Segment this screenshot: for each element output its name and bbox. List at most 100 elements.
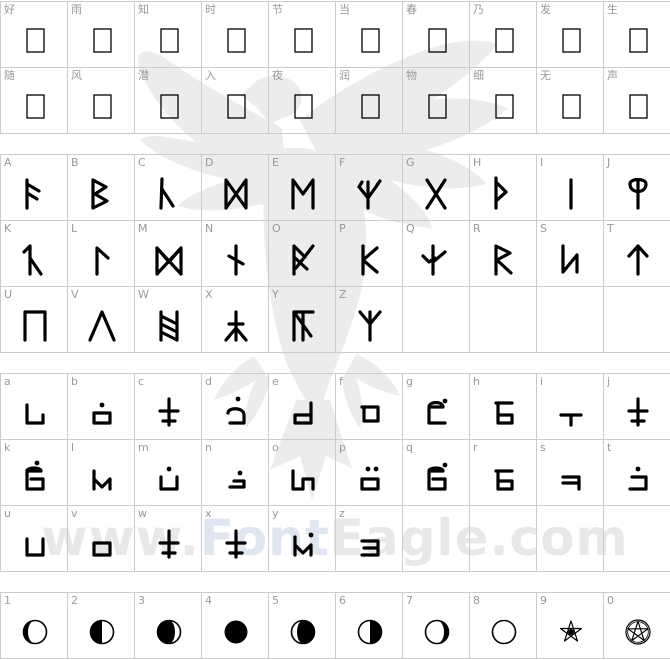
glyph-cell-label: V bbox=[71, 288, 79, 301]
glyph-cell-label: Y bbox=[272, 288, 279, 301]
tng-v-icon bbox=[82, 525, 122, 565]
tofu-icon bbox=[551, 21, 591, 61]
tng-b-icon bbox=[82, 393, 122, 433]
glyph-cell-label: f bbox=[339, 375, 343, 388]
rune-x-icon bbox=[216, 306, 256, 346]
rune-l-icon bbox=[82, 240, 122, 280]
glyph-cell: h bbox=[470, 374, 537, 440]
glyph-cell-label: W bbox=[138, 288, 149, 301]
glyph-cell: 发 bbox=[537, 2, 604, 68]
lowercase-preview-grid: a b c d e f g h i j k l m n o p q r s t u v w x y z bbox=[0, 373, 670, 572]
glyph-cell bbox=[470, 506, 537, 572]
glyph-cell: N bbox=[202, 221, 269, 287]
glyph-cell: U bbox=[1, 287, 68, 353]
glyph-cell: f bbox=[336, 374, 403, 440]
glyph-cell: q bbox=[403, 440, 470, 506]
glyph-cell-label: S bbox=[540, 222, 547, 235]
glyph-cell-label: j bbox=[607, 375, 611, 388]
glyph-cell-label: x bbox=[205, 507, 212, 520]
glyph-cell: z bbox=[336, 506, 403, 572]
glyph-cell: n bbox=[202, 440, 269, 506]
tofu-icon bbox=[15, 21, 55, 61]
glyph-cell-label: B bbox=[71, 156, 79, 169]
glyph-cell-label: y bbox=[272, 507, 279, 520]
tofu-icon bbox=[216, 87, 256, 127]
moon-first-quarter-icon bbox=[82, 612, 122, 652]
glyph-cell: x bbox=[202, 506, 269, 572]
pentagram-icon bbox=[551, 612, 591, 652]
glyph-cell-label: l bbox=[71, 441, 75, 454]
rune-w-icon bbox=[149, 306, 189, 346]
glyph-cell: I bbox=[537, 155, 604, 221]
tng-i-icon bbox=[551, 393, 591, 433]
glyph-cell-label: m bbox=[138, 441, 149, 454]
glyph-cell-label: 春 bbox=[406, 3, 417, 16]
rune-g-icon bbox=[417, 174, 457, 214]
rune-f-icon bbox=[15, 174, 55, 214]
glyph-cell-label: z bbox=[339, 507, 345, 520]
tng-d-icon bbox=[216, 393, 256, 433]
glyph-cell-label: 声 bbox=[607, 69, 618, 82]
rune-c-icon bbox=[149, 174, 189, 214]
glyph-cell: G bbox=[403, 155, 470, 221]
glyph-cell: A bbox=[1, 155, 68, 221]
tofu-icon bbox=[216, 21, 256, 61]
glyph-cell: O bbox=[269, 221, 336, 287]
glyph-cell bbox=[604, 506, 670, 572]
glyph-cell: R bbox=[470, 221, 537, 287]
glyph-cell-label: P bbox=[339, 222, 346, 235]
glyph-cell-label: 7 bbox=[406, 594, 413, 607]
glyph-cell: e bbox=[269, 374, 336, 440]
glyph-cell-label: 4 bbox=[205, 594, 212, 607]
glyph-cell-label: A bbox=[4, 156, 12, 169]
glyph-cell bbox=[537, 506, 604, 572]
tng-z-icon bbox=[350, 525, 390, 565]
glyph-cell-label: q bbox=[406, 441, 413, 454]
glyph-cell: 入 bbox=[202, 68, 269, 134]
tofu-icon bbox=[551, 87, 591, 127]
glyph-cell: c bbox=[135, 374, 202, 440]
glyph-cell-label: U bbox=[4, 288, 13, 301]
glyph-cell: s bbox=[537, 440, 604, 506]
glyph-cell: 潜 bbox=[135, 68, 202, 134]
pentacle-icon bbox=[618, 612, 658, 652]
rune-d-icon bbox=[216, 174, 256, 214]
glyph-cell: j bbox=[604, 374, 670, 440]
glyph-cell-label: 0 bbox=[607, 594, 614, 607]
tng-f-icon bbox=[350, 393, 390, 433]
glyph-cell: D bbox=[202, 155, 269, 221]
glyph-cell-label: n bbox=[205, 441, 212, 454]
glyph-cell: B bbox=[68, 155, 135, 221]
rune-t-icon bbox=[618, 240, 658, 280]
moon-waning-crescent-icon bbox=[417, 612, 457, 652]
glyph-cell: a bbox=[1, 374, 68, 440]
glyph-cell: 风 bbox=[68, 68, 135, 134]
moon-waning-gibbous-icon bbox=[283, 612, 323, 652]
glyph-cell-label: 雨 bbox=[71, 3, 82, 16]
glyph-cell: L bbox=[68, 221, 135, 287]
glyph-cell-label: 物 bbox=[406, 69, 417, 82]
glyph-cell: S bbox=[537, 221, 604, 287]
glyph-cell-label: I bbox=[540, 156, 544, 169]
glyph-cell: Z bbox=[336, 287, 403, 353]
glyph-cell: V bbox=[68, 287, 135, 353]
tng-g-icon bbox=[417, 393, 457, 433]
glyph-cell-label: 发 bbox=[540, 3, 551, 16]
glyph-cell bbox=[403, 506, 470, 572]
tng-q-icon bbox=[417, 459, 457, 499]
rune-q-icon bbox=[417, 240, 457, 280]
glyph-cell-label: 2 bbox=[71, 594, 78, 607]
tng-s-icon bbox=[551, 459, 591, 499]
tofu-icon bbox=[350, 21, 390, 61]
glyph-cell bbox=[403, 287, 470, 353]
glyph-cell-label: 好 bbox=[4, 3, 15, 16]
glyph-cell-label: 无 bbox=[540, 69, 551, 82]
rune-b-icon bbox=[82, 174, 122, 214]
glyph-cell-label: M bbox=[138, 222, 148, 235]
tofu-icon bbox=[417, 87, 457, 127]
tng-c-icon bbox=[149, 393, 189, 433]
tng-l-icon bbox=[82, 459, 122, 499]
glyph-cell-label: N bbox=[205, 222, 214, 235]
glyph-cell: K bbox=[1, 221, 68, 287]
glyph-cell: m bbox=[135, 440, 202, 506]
